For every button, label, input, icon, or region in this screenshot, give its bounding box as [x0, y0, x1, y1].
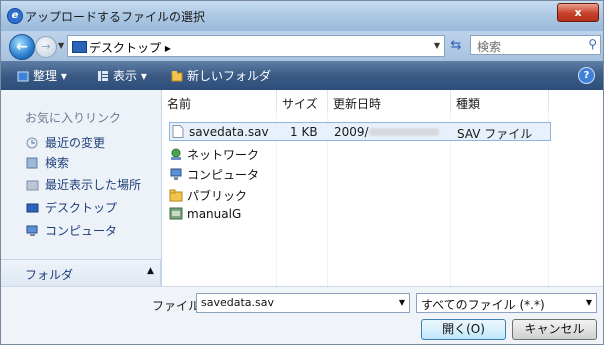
title-bar: e アップロードするファイルの選択 x [1, 1, 603, 31]
redacted-timestamp [368, 128, 439, 136]
filetype-value: すべてのファイル (*.*) [421, 298, 545, 312]
dialog-footer: ファイル名(N): savedata.sav ▼ すべてのファイル (*.*) … [1, 286, 603, 344]
desktop-icon [72, 41, 87, 53]
search-input[interactable]: 検索 ⚲ [470, 35, 601, 55]
command-bar: 整理 ▾ 表示 ▾ 新しいフォルダ ? [1, 61, 603, 90]
search-placeholder: 検索 [477, 40, 502, 54]
new-folder-icon [171, 70, 183, 85]
sidebar-item-label: デスクトップ [45, 201, 118, 215]
folder-icon [169, 207, 183, 220]
search-folder-icon [26, 157, 39, 169]
filetype-select[interactable]: すべてのファイル (*.*) ▼ [416, 293, 597, 313]
column-divider [450, 90, 451, 286]
list-item[interactable]: コンピュータ [169, 166, 259, 186]
sidebar-item-recent-changes[interactable]: 最近の変更 [26, 134, 105, 151]
file-type: SAV ファイル [457, 127, 533, 141]
file-list: 名前 サイズ 更新日時 種類 savedata.sav 1 KB 2009/ S… [162, 90, 603, 286]
organize-label: 整理 ▾ [33, 69, 67, 83]
column-header-size[interactable]: サイズ [277, 90, 328, 111]
column-header-name[interactable]: 名前 [162, 90, 277, 111]
sidebar-item-label: コンピュータ [45, 224, 118, 238]
file-date: 2009/ [334, 125, 369, 139]
favorite-links-heading: お気に入りリンク [25, 111, 122, 125]
recent-places-icon [26, 179, 39, 191]
navigation-pane: お気に入りリンク 最近の変更 検索 最近表示した場所 デスクトップ コンピュータ [1, 90, 162, 286]
sidebar-item-recent-places[interactable]: 最近表示した場所 [26, 176, 141, 193]
desktop-icon [26, 202, 39, 214]
refresh-icon[interactable]: ⇆ [447, 37, 465, 55]
column-divider [327, 90, 328, 286]
file-name-cell[interactable]: savedata.sav [171, 125, 269, 139]
list-item[interactable]: パブリック [169, 187, 247, 207]
breadcrumb[interactable]: デスクトップ ▸ [89, 39, 171, 56]
filename-value[interactable]: savedata.sav [201, 296, 274, 309]
close-button[interactable]: x [557, 3, 599, 22]
folders-toggle[interactable]: フォルダ ▲ [1, 259, 161, 286]
new-folder-label: 新しいフォルダ [187, 69, 272, 83]
history-dropdown-icon[interactable]: ▼ [58, 41, 64, 50]
new-folder-button[interactable]: 新しいフォルダ [171, 67, 271, 85]
file-icon [171, 125, 185, 138]
column-header-type[interactable]: 種類 [451, 90, 549, 111]
open-button[interactable]: 開く(O) [421, 319, 506, 340]
file-size: 1 KB [290, 125, 318, 139]
sidebar-item-label: 最近の変更 [45, 136, 106, 150]
search-icon[interactable]: ⚲ [588, 37, 597, 51]
list-item-label: パブリック [187, 189, 248, 203]
sidebar-item-label: 検索 [45, 156, 70, 170]
column-divider [276, 90, 277, 286]
views-button[interactable]: 表示 ▾ [97, 67, 147, 85]
sidebar-item-search[interactable]: 検索 [26, 154, 69, 171]
chevron-up-icon[interactable]: ▲ [147, 266, 154, 276]
file-dialog: e アップロードするファイルの選択 x ← → ▼ デスクトップ ▸ ▼ ⇆ 検… [0, 0, 604, 345]
recent-changes-icon [26, 137, 39, 149]
file-name: savedata.sav [189, 125, 269, 139]
file-date-cell: 2009/ [334, 125, 439, 139]
column-divider [548, 90, 549, 286]
organize-button[interactable]: 整理 ▾ [17, 67, 67, 85]
address-row: ← → ▼ デスクトップ ▸ ▼ ⇆ 検索 ⚲ [1, 31, 603, 61]
cancel-button[interactable]: キャンセル [512, 319, 597, 340]
organize-icon [17, 70, 29, 85]
help-icon[interactable]: ? [578, 67, 595, 84]
back-button[interactable]: ← [9, 34, 35, 60]
list-item-label: manualG [187, 207, 242, 221]
filename-field[interactable]: savedata.sav ▼ [196, 293, 410, 313]
list-item[interactable]: ネットワーク [169, 146, 259, 166]
sidebar-item-label: 最近表示した場所 [45, 178, 142, 192]
views-label: 表示 ▾ [113, 69, 147, 83]
folder-icon [169, 189, 183, 202]
views-icon [97, 70, 109, 85]
folders-label: フォルダ [25, 268, 74, 282]
chevron-down-icon[interactable]: ▼ [434, 41, 440, 50]
list-item-label: ネットワーク [187, 148, 260, 162]
forward-button[interactable]: → [35, 36, 57, 58]
computer-icon [169, 168, 183, 181]
list-item[interactable]: manualG [169, 207, 241, 227]
ie-logo-icon: e [7, 8, 23, 24]
computer-icon [26, 225, 39, 237]
sidebar-item-desktop[interactable]: デスクトップ [26, 199, 117, 216]
chevron-down-icon[interactable]: ▼ [399, 298, 405, 307]
address-bar[interactable]: デスクトップ ▸ ▼ [67, 35, 445, 57]
network-icon [169, 148, 183, 161]
list-item-label: コンピュータ [187, 168, 260, 182]
sidebar-item-computer[interactable]: コンピュータ [26, 222, 117, 239]
chevron-down-icon[interactable]: ▼ [586, 298, 592, 307]
window-title: アップロードするファイルの選択 [25, 10, 206, 24]
column-header-date[interactable]: 更新日時 [328, 90, 451, 111]
